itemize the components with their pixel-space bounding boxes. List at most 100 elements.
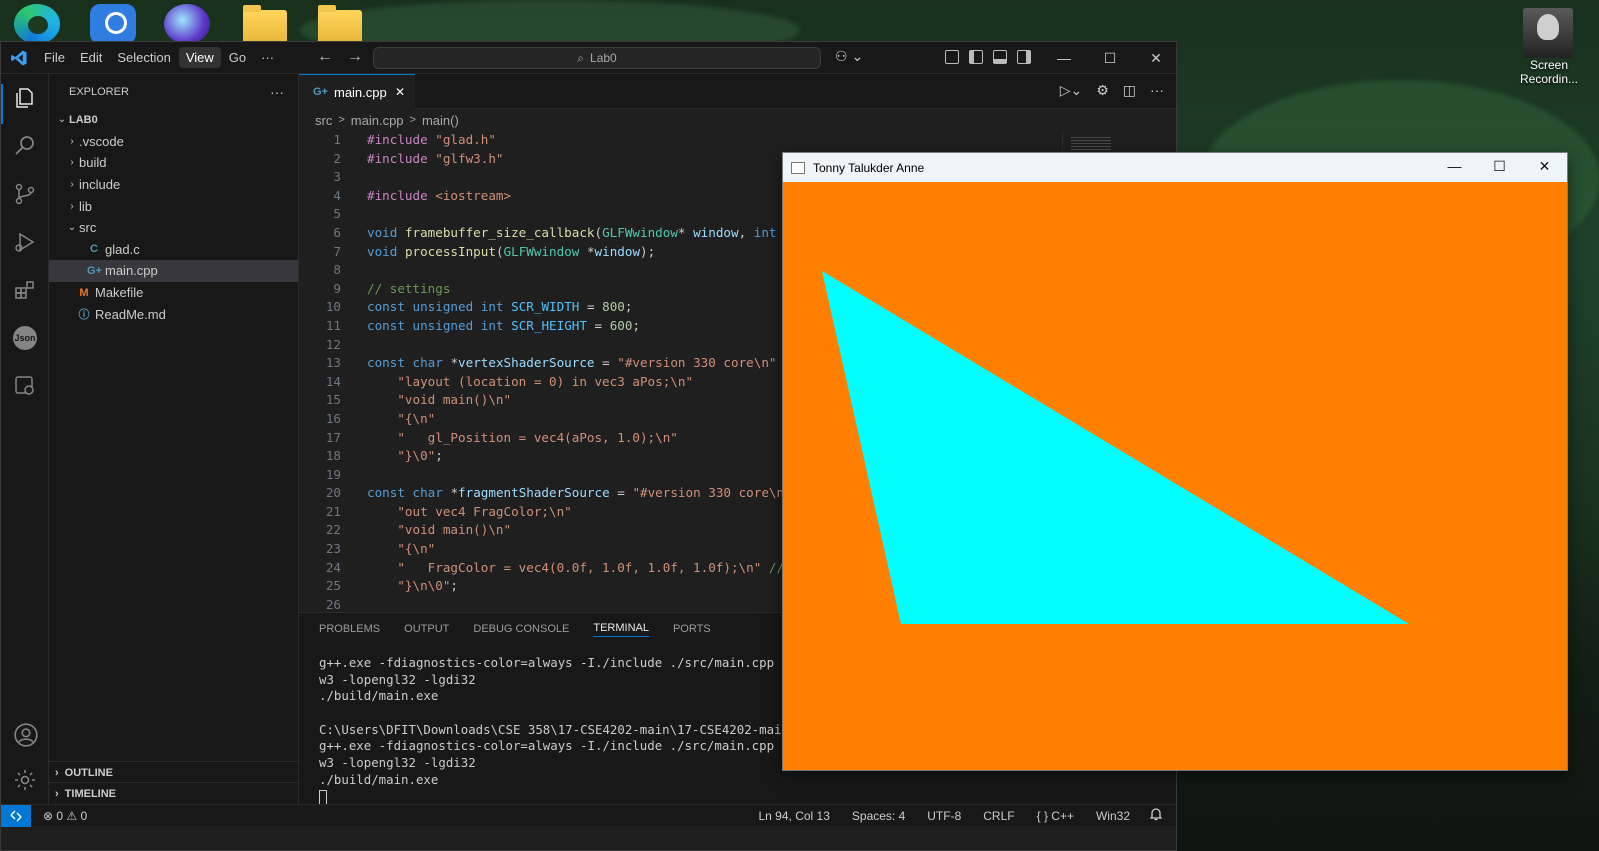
explorer-header: EXPLORER ··· — [49, 74, 298, 109]
tree-item-readme-md[interactable]: ⓘ ReadMe.md — [49, 303, 298, 325]
line-number: 3 — [333, 169, 341, 185]
app-desktop-icon[interactable] — [164, 4, 210, 44]
panel-tab-ports[interactable]: PORTS — [673, 623, 711, 635]
language-mode[interactable]: { } C++ — [1037, 809, 1074, 823]
folder-desktop-icon[interactable] — [318, 5, 362, 44]
minimize-button[interactable]: — — [1041, 46, 1087, 70]
close-button[interactable]: ✕ — [1133, 46, 1179, 70]
chevron-right-icon: › — [55, 766, 59, 779]
code-line[interactable]: 1 #include "glad.h" — [299, 131, 1176, 150]
close-button[interactable]: ✕ — [1522, 153, 1567, 182]
tree-item-build[interactable]: › build — [49, 152, 298, 174]
more-actions-icon[interactable]: ··· — [1150, 82, 1164, 99]
close-tab-icon[interactable]: ✕ — [395, 85, 405, 99]
app-desktop-icon[interactable] — [90, 4, 136, 44]
terminal-cursor — [319, 789, 327, 805]
indentation-status[interactable]: Spaces: 4 — [852, 809, 905, 823]
tree-item-include[interactable]: › include — [49, 174, 298, 196]
screen-recording-thumbnail-icon[interactable] — [1523, 8, 1573, 58]
menu-go[interactable]: Go — [222, 47, 253, 68]
platform-status[interactable]: Win32 — [1096, 809, 1130, 823]
toggle-primary-sidebar-icon[interactable] — [969, 50, 983, 64]
extensions-icon[interactable] — [13, 278, 37, 302]
panel-tab-problems[interactable]: PROBLEMS — [319, 623, 380, 635]
tree-item-label: include — [79, 177, 121, 193]
more-actions-icon[interactable]: ··· — [270, 84, 284, 100]
run-debug-icon[interactable] — [13, 230, 37, 254]
tree-item-glad-c[interactable]: Cglad.c — [49, 239, 298, 261]
edge-desktop-icon[interactable] — [14, 4, 60, 44]
toggle-secondary-sidebar-icon[interactable] — [1017, 50, 1031, 64]
remote-explorer-icon[interactable] — [13, 374, 37, 398]
tree-item-main-cpp[interactable]: G+ main.cpp — [49, 260, 298, 282]
chevron-right-icon: › — [70, 200, 74, 212]
panel-tab-terminal[interactable]: TERMINAL — [593, 622, 649, 637]
menu-more[interactable]: ··· — [254, 47, 281, 68]
copilot-icon[interactable]: ⚇ ⌄ — [835, 48, 863, 65]
outline-section[interactable]: › OUTLINE — [49, 761, 299, 783]
customize-layout-icon[interactable] — [945, 50, 959, 64]
code-text: "out vec4 FragColor;\n" — [397, 503, 572, 519]
menu-view[interactable]: View — [178, 47, 221, 68]
tab-main-cpp[interactable]: G+ main.cpp ✕ — [299, 74, 415, 109]
notifications-bell-icon[interactable] — [1149, 807, 1163, 824]
menu-edit[interactable]: Edit — [73, 47, 109, 68]
code-text: const unsigned int SCR_WIDTH = 800; — [367, 299, 633, 315]
breadcrumb-item[interactable]: main() — [422, 113, 459, 128]
manage-gear-icon[interactable] — [13, 768, 37, 792]
command-center-search[interactable]: ⌕ Lab0 — [373, 47, 821, 69]
eol-status[interactable]: CRLF — [983, 809, 1014, 823]
navigation-arrows: ← → — [317, 48, 363, 66]
breadcrumb-item[interactable]: src — [315, 113, 332, 128]
terminal-prompt[interactable] — [319, 789, 1176, 806]
panel-tab-debug-console[interactable]: DEBUG CONSOLE — [473, 623, 569, 635]
code-text: #include "glfw3.h" — [367, 150, 504, 166]
remote-indicator-icon[interactable] — [1, 804, 31, 827]
json-extension-icon[interactable]: Json — [13, 326, 37, 350]
cpp-file-icon: G+ — [313, 86, 328, 98]
tree-item-label: main.cpp — [105, 263, 158, 279]
maximize-button[interactable]: ☐ — [1477, 153, 1522, 182]
account-icon[interactable] — [13, 722, 38, 747]
run-code-icon[interactable]: ▷⌄ — [1060, 82, 1083, 99]
minimize-button[interactable]: — — [1432, 153, 1477, 182]
tree-item-vscode[interactable]: › .vscode — [49, 131, 298, 153]
tree-item-lib[interactable]: › lib — [49, 195, 298, 217]
window-controls: — ☐ ✕ — [1041, 46, 1179, 70]
code-text: // settings — [367, 280, 451, 296]
timeline-section[interactable]: › TIMELINE — [49, 782, 299, 804]
code-text: const char *vertexShaderSource = "#versi… — [367, 355, 777, 371]
file-type-icon: C — [90, 243, 98, 256]
maximize-button[interactable]: ☐ — [1087, 46, 1133, 70]
tree-item-makefile[interactable]: M Makefile — [49, 282, 298, 304]
settings-gear-icon[interactable]: ⚙ — [1096, 82, 1109, 99]
opengl-window-controls: — ☐ ✕ — [1432, 153, 1567, 182]
cursor-position[interactable]: Ln 94, Col 13 — [759, 809, 830, 823]
folder-desktop-icon[interactable] — [243, 5, 287, 44]
source-control-icon[interactable] — [13, 182, 37, 206]
line-number: 12 — [325, 336, 341, 352]
encoding-status[interactable]: UTF-8 — [927, 809, 961, 823]
menu-selection[interactable]: Selection — [110, 47, 177, 68]
tree-item-lab0[interactable]: ⌄ LAB0 — [49, 109, 298, 131]
search-icon[interactable] — [13, 134, 37, 158]
line-number: 4 — [333, 187, 341, 203]
code-text: void framebuffer_size_callback(GLFWwindo… — [367, 224, 792, 240]
line-number: 15 — [325, 392, 341, 408]
back-arrow-icon[interactable]: ← — [317, 48, 333, 66]
explorer-icon[interactable] — [13, 86, 37, 110]
menu-file[interactable]: File — [37, 47, 72, 68]
toggle-panel-icon[interactable] — [993, 50, 1007, 64]
line-number: 18 — [325, 448, 341, 464]
problems-status[interactable]: ⊗ 0 ⚠ 0 — [43, 809, 87, 823]
tree-item-src[interactable]: ⌄ src — [49, 217, 298, 239]
forward-arrow-icon[interactable]: → — [347, 48, 363, 66]
line-number: 16 — [325, 410, 341, 426]
breadcrumb-item[interactable]: main.cpp — [351, 113, 404, 128]
panel-tab-output[interactable]: OUTPUT — [404, 623, 449, 635]
tree-item-label: .vscode — [79, 133, 124, 149]
split-editor-icon[interactable]: ◫ — [1123, 82, 1136, 99]
